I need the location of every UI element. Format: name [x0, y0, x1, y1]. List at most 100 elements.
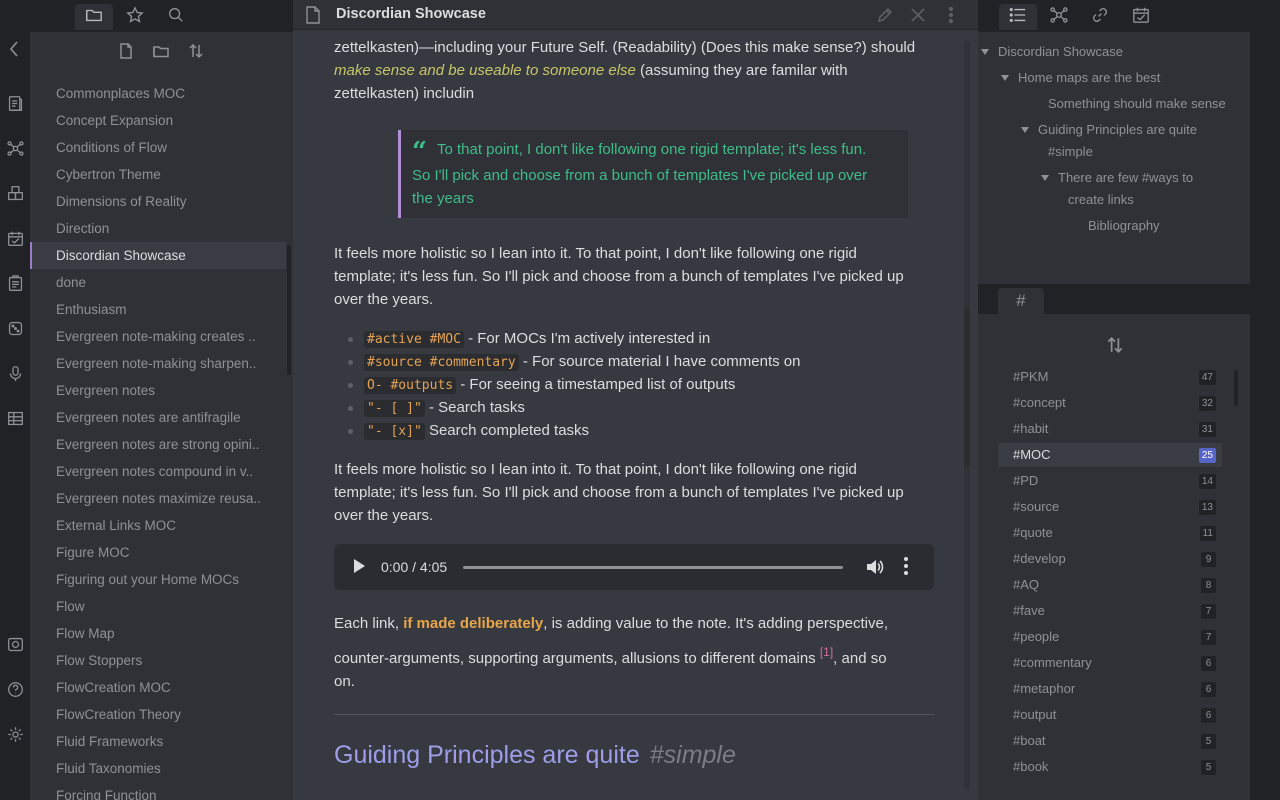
settings-gear-icon[interactable]	[5, 724, 25, 744]
footnote-link[interactable]: [1]	[820, 645, 833, 659]
tag-list-scrollbar[interactable]	[1234, 370, 1238, 406]
file-item[interactable]: Evergreen notes maximize reusa..	[30, 485, 286, 512]
sort-tags-icon[interactable]	[1106, 336, 1124, 354]
outline-item[interactable]: #simple	[1048, 141, 1093, 163]
file-item[interactable]: Evergreen notes are strong opini..	[30, 431, 286, 458]
tag-row[interactable]: #concept 32	[998, 391, 1222, 415]
random-note-icon[interactable]	[5, 318, 25, 338]
outline-item[interactable]: Discordian Showcase	[981, 41, 1123, 63]
file-item[interactable]: Direction	[30, 215, 286, 242]
editor-scrollbar[interactable]	[964, 307, 970, 467]
caret-down-icon[interactable]	[1041, 175, 1049, 181]
inline-code: #active #MOC	[364, 331, 464, 348]
file-item[interactable]: Evergreen note-making creates ..	[30, 323, 286, 350]
file-item[interactable]: Conditions of Flow	[30, 134, 286, 161]
bullet-list: #active #MOC - For MOCs I'm actively int…	[348, 327, 938, 442]
file-item[interactable]: Figure MOC	[30, 539, 286, 566]
caret-down-icon[interactable]	[981, 49, 989, 55]
tab-tags[interactable]: #	[998, 288, 1044, 314]
outline-item[interactable]: Guiding Principles are quite	[1021, 119, 1197, 141]
file-item[interactable]: Flow	[30, 593, 286, 620]
daily-note-icon[interactable]	[5, 228, 25, 248]
edit-mode-button[interactable]	[876, 6, 894, 24]
outline-item[interactable]: Something should make sense	[1048, 93, 1226, 115]
audio-progress-slider[interactable]	[463, 566, 843, 569]
tag-row[interactable]: #PKM 47	[998, 365, 1222, 389]
tag-name: #people	[1013, 629, 1060, 644]
file-item[interactable]: Cybertron Theme	[30, 161, 286, 188]
templates-icon[interactable]	[5, 273, 25, 293]
tag-row[interactable]: #fave 7	[998, 599, 1222, 623]
file-item[interactable]: Evergreen notes compound in v..	[30, 458, 286, 485]
tag-row[interactable]: #boat 5	[998, 729, 1222, 753]
tag-count-badge: 9	[1201, 552, 1216, 567]
tag-row[interactable]: #people 7	[998, 625, 1222, 649]
tab-calendar[interactable]	[1122, 4, 1160, 30]
vault-icon[interactable]	[5, 634, 25, 654]
tag-name: #output	[1013, 707, 1057, 722]
file-item[interactable]: Enthusiasm	[30, 296, 286, 323]
file-item[interactable]: Forcing Function	[30, 782, 286, 800]
file-item[interactable]: Fluid Taxonomies	[30, 755, 286, 782]
microphone-icon[interactable]	[5, 363, 25, 383]
file-item[interactable]: Evergreen notes are antifragile	[30, 404, 286, 431]
blocks-icon[interactable]	[5, 183, 25, 203]
file-item[interactable]: Fluid Frameworks	[30, 728, 286, 755]
tag-row[interactable]: #book 5	[998, 755, 1222, 779]
outline-item[interactable]: There are few #ways to	[1041, 167, 1193, 189]
tag-row[interactable]: #output 6	[998, 703, 1222, 727]
file-item[interactable]: Evergreen note-making sharpen..	[30, 350, 286, 377]
file-item[interactable]: Figuring out your Home MOCs	[30, 566, 286, 593]
tab-local-graph[interactable]	[1040, 4, 1078, 30]
file-item[interactable]: Concept Expansion	[30, 107, 286, 134]
file-item[interactable]: FlowCreation MOC	[30, 674, 286, 701]
play-icon[interactable]	[354, 559, 365, 573]
tag-row[interactable]: #quote 11	[998, 521, 1222, 545]
list-item: #active #MOC - For MOCs I'm actively int…	[348, 327, 938, 350]
volume-icon[interactable]	[865, 557, 885, 577]
new-note-button[interactable]	[115, 42, 137, 64]
tag-row[interactable]: #metaphor 6	[998, 677, 1222, 701]
file-item[interactable]: External Links MOC	[30, 512, 286, 539]
heading-tag[interactable]: #simple	[650, 741, 736, 769]
close-pane-button[interactable]	[909, 6, 927, 24]
tag-row[interactable]: #commentary 6	[998, 651, 1222, 675]
table-icon[interactable]	[5, 408, 25, 428]
help-icon[interactable]	[5, 679, 25, 699]
edit-icon	[876, 7, 894, 28]
more-options-button[interactable]	[942, 6, 960, 24]
outline-item[interactable]: create links	[1068, 189, 1134, 211]
outline-item[interactable]: Home maps are the best	[1001, 67, 1160, 89]
sort-button[interactable]	[185, 42, 207, 64]
file-list-scrollbar[interactable]	[287, 245, 291, 375]
calendar-icon	[1132, 6, 1150, 29]
file-item[interactable]: Evergreen notes	[30, 377, 286, 404]
tab-search[interactable]	[157, 4, 195, 30]
tag-row[interactable]: #PD 14	[998, 469, 1222, 493]
file-item[interactable]: done	[30, 269, 286, 296]
file-item[interactable]: Dimensions of Reality	[30, 188, 286, 215]
new-folder-button[interactable]	[150, 42, 172, 64]
collapse-left-chevron-icon[interactable]	[8, 40, 20, 58]
file-item[interactable]: Discordian Showcase	[30, 242, 286, 269]
file-item[interactable]: Commonplaces MOC	[30, 80, 286, 107]
tab-starred[interactable]	[116, 4, 154, 30]
outline-item[interactable]: Bibliography	[1088, 215, 1160, 237]
tag-row[interactable]: #MOC 25	[998, 443, 1222, 467]
open-quick-switcher-icon[interactable]	[5, 93, 25, 113]
file-item[interactable]: FlowCreation Theory	[30, 701, 286, 728]
tag-row[interactable]: #habit 31	[998, 417, 1222, 441]
tag-row[interactable]: #AQ 8	[998, 573, 1222, 597]
graph-view-icon[interactable]	[5, 138, 25, 158]
audio-more-icon[interactable]	[904, 557, 910, 577]
caret-down-icon[interactable]	[1021, 127, 1029, 133]
tag-row[interactable]: #source 13	[998, 495, 1222, 519]
tab-file-explorer[interactable]	[75, 4, 113, 30]
tab-outline[interactable]	[999, 4, 1037, 30]
file-item[interactable]: Flow Map	[30, 620, 286, 647]
tab-backlinks[interactable]	[1081, 4, 1119, 30]
tag-name: #AQ	[1013, 577, 1040, 592]
tag-row[interactable]: #develop 9	[998, 547, 1222, 571]
caret-down-icon[interactable]	[1001, 75, 1009, 81]
file-item[interactable]: Flow Stoppers	[30, 647, 286, 674]
